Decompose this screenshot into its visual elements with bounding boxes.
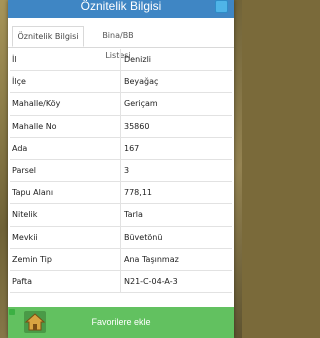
table-row: Ada 167 — [10, 137, 232, 160]
row-value: 35860 — [124, 121, 150, 131]
attribute-panel: Öznitelik Bilgisi Öznitelik Bilgisi Bina… — [8, 0, 234, 338]
row-value: N21-C-04-A-3 — [124, 276, 178, 286]
row-key: Pafta — [12, 276, 33, 286]
table-row: Pafta N21-C-04-A-3 — [10, 270, 232, 294]
table-row: Mevkii Büvetönü — [10, 226, 232, 249]
tab-attributes[interactable]: Öznitelik Bilgisi — [12, 26, 84, 47]
row-value: 3 — [124, 165, 130, 175]
row-value: Denizli — [124, 55, 152, 64]
row-key: Ada — [12, 143, 28, 153]
row-key: İl — [12, 55, 17, 64]
row-key: Mevkii — [12, 232, 38, 242]
attribute-table: İl Denizli İlçe Beyağaç Mahalle/Köy Gerіçam… — [10, 49, 232, 294]
row-value: Büvetönü — [124, 232, 163, 242]
status-dot — [9, 309, 15, 315]
row-key: Zemin Tip — [12, 254, 52, 264]
title-bar: Öznitelik Bilgisi — [8, 0, 234, 18]
table-row: Nitelik Tarla — [10, 204, 232, 227]
row-value: 778,11 — [124, 188, 152, 198]
table-row: Mahalle/Köy Gerіçam — [10, 93, 232, 116]
row-key: Parsel — [12, 165, 36, 175]
table-row: Parsel 3 — [10, 159, 232, 183]
row-value: Gerіçam — [124, 99, 158, 109]
row-key: İlçe — [12, 77, 26, 87]
table-row: İlçe Beyağaç — [10, 71, 232, 94]
row-key: Nitelik — [12, 210, 38, 220]
row-value: Tarla — [124, 210, 143, 220]
row-value: Ana Taşınmaz — [124, 254, 179, 264]
row-key: Mahalle No — [12, 121, 57, 131]
table-row: Mahalle No 35860 — [10, 115, 232, 138]
table-row: İl Denizli — [10, 49, 232, 72]
row-value: Beyağaç — [124, 77, 159, 87]
tab-building-list[interactable]: Bina/BB Listesi — [86, 26, 150, 60]
row-key: Mahalle/Köy — [12, 99, 61, 109]
table-row: Zemin Tip Ana Taşınmaz — [10, 248, 232, 271]
add-favorite-label: Favorilere ekle — [91, 317, 151, 327]
row-key: Tapu Alanı — [12, 188, 54, 198]
tab-bar: Öznitelik Bilgisi Bina/BB Listesi — [8, 26, 234, 60]
close-icon[interactable] — [215, 0, 228, 13]
row-value: 167 — [124, 143, 140, 153]
table-row: Tapu Alanı 778,11 — [10, 182, 232, 205]
add-favorite-button[interactable]: Favorilere ekle — [8, 307, 234, 338]
panel-title: Öznitelik Bilgisi — [80, 0, 162, 13]
